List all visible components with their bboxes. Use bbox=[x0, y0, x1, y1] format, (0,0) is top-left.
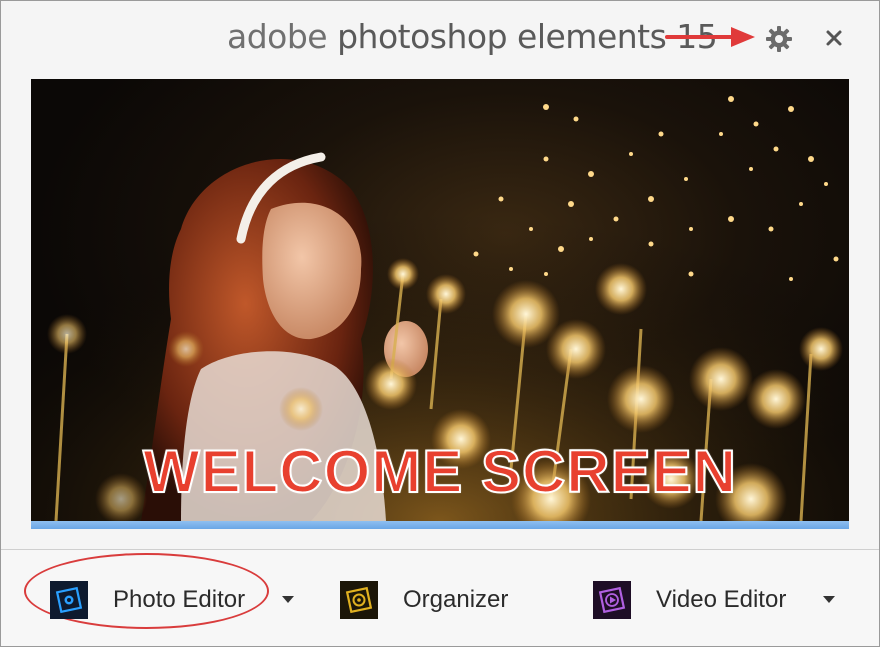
video-editor-label: Video Editor bbox=[656, 586, 787, 613]
loading-progress-bar bbox=[31, 521, 849, 529]
photo-editor-icon bbox=[50, 581, 88, 619]
launcher-bar: Photo Editor Organizer Video Editor bbox=[1, 550, 879, 646]
organizer-icon bbox=[340, 581, 378, 619]
app-title: adobe photoshop elements 15 bbox=[227, 17, 718, 56]
hero-image: WELCOME SCREEN bbox=[31, 79, 849, 521]
loading-progress-fill bbox=[31, 521, 849, 529]
app-title-brand: adobe bbox=[227, 17, 328, 56]
photo-editor-dropdown-arrow-icon[interactable] bbox=[282, 596, 294, 603]
title-bar: adobe photoshop elements 15 bbox=[1, 1, 879, 79]
organizer-button[interactable]: Organizer bbox=[340, 580, 508, 620]
video-editor-dropdown-arrow-icon[interactable] bbox=[823, 596, 835, 603]
welcome-window: adobe photoshop elements 15 WELCOME SCRE… bbox=[0, 0, 880, 647]
video-editor-button[interactable]: Video Editor bbox=[593, 580, 786, 620]
photo-editor-button[interactable]: Photo Editor bbox=[50, 580, 245, 620]
photo-editor-label: Photo Editor bbox=[113, 586, 246, 613]
welcome-caption: WELCOME SCREEN bbox=[142, 437, 738, 506]
settings-gear-icon[interactable] bbox=[764, 24, 794, 54]
app-title-product: photoshop elements 15 bbox=[337, 17, 718, 56]
annotation-arrow-icon bbox=[665, 27, 755, 47]
organizer-label: Organizer bbox=[403, 586, 509, 613]
video-editor-icon bbox=[593, 581, 631, 619]
close-icon[interactable] bbox=[821, 25, 847, 51]
